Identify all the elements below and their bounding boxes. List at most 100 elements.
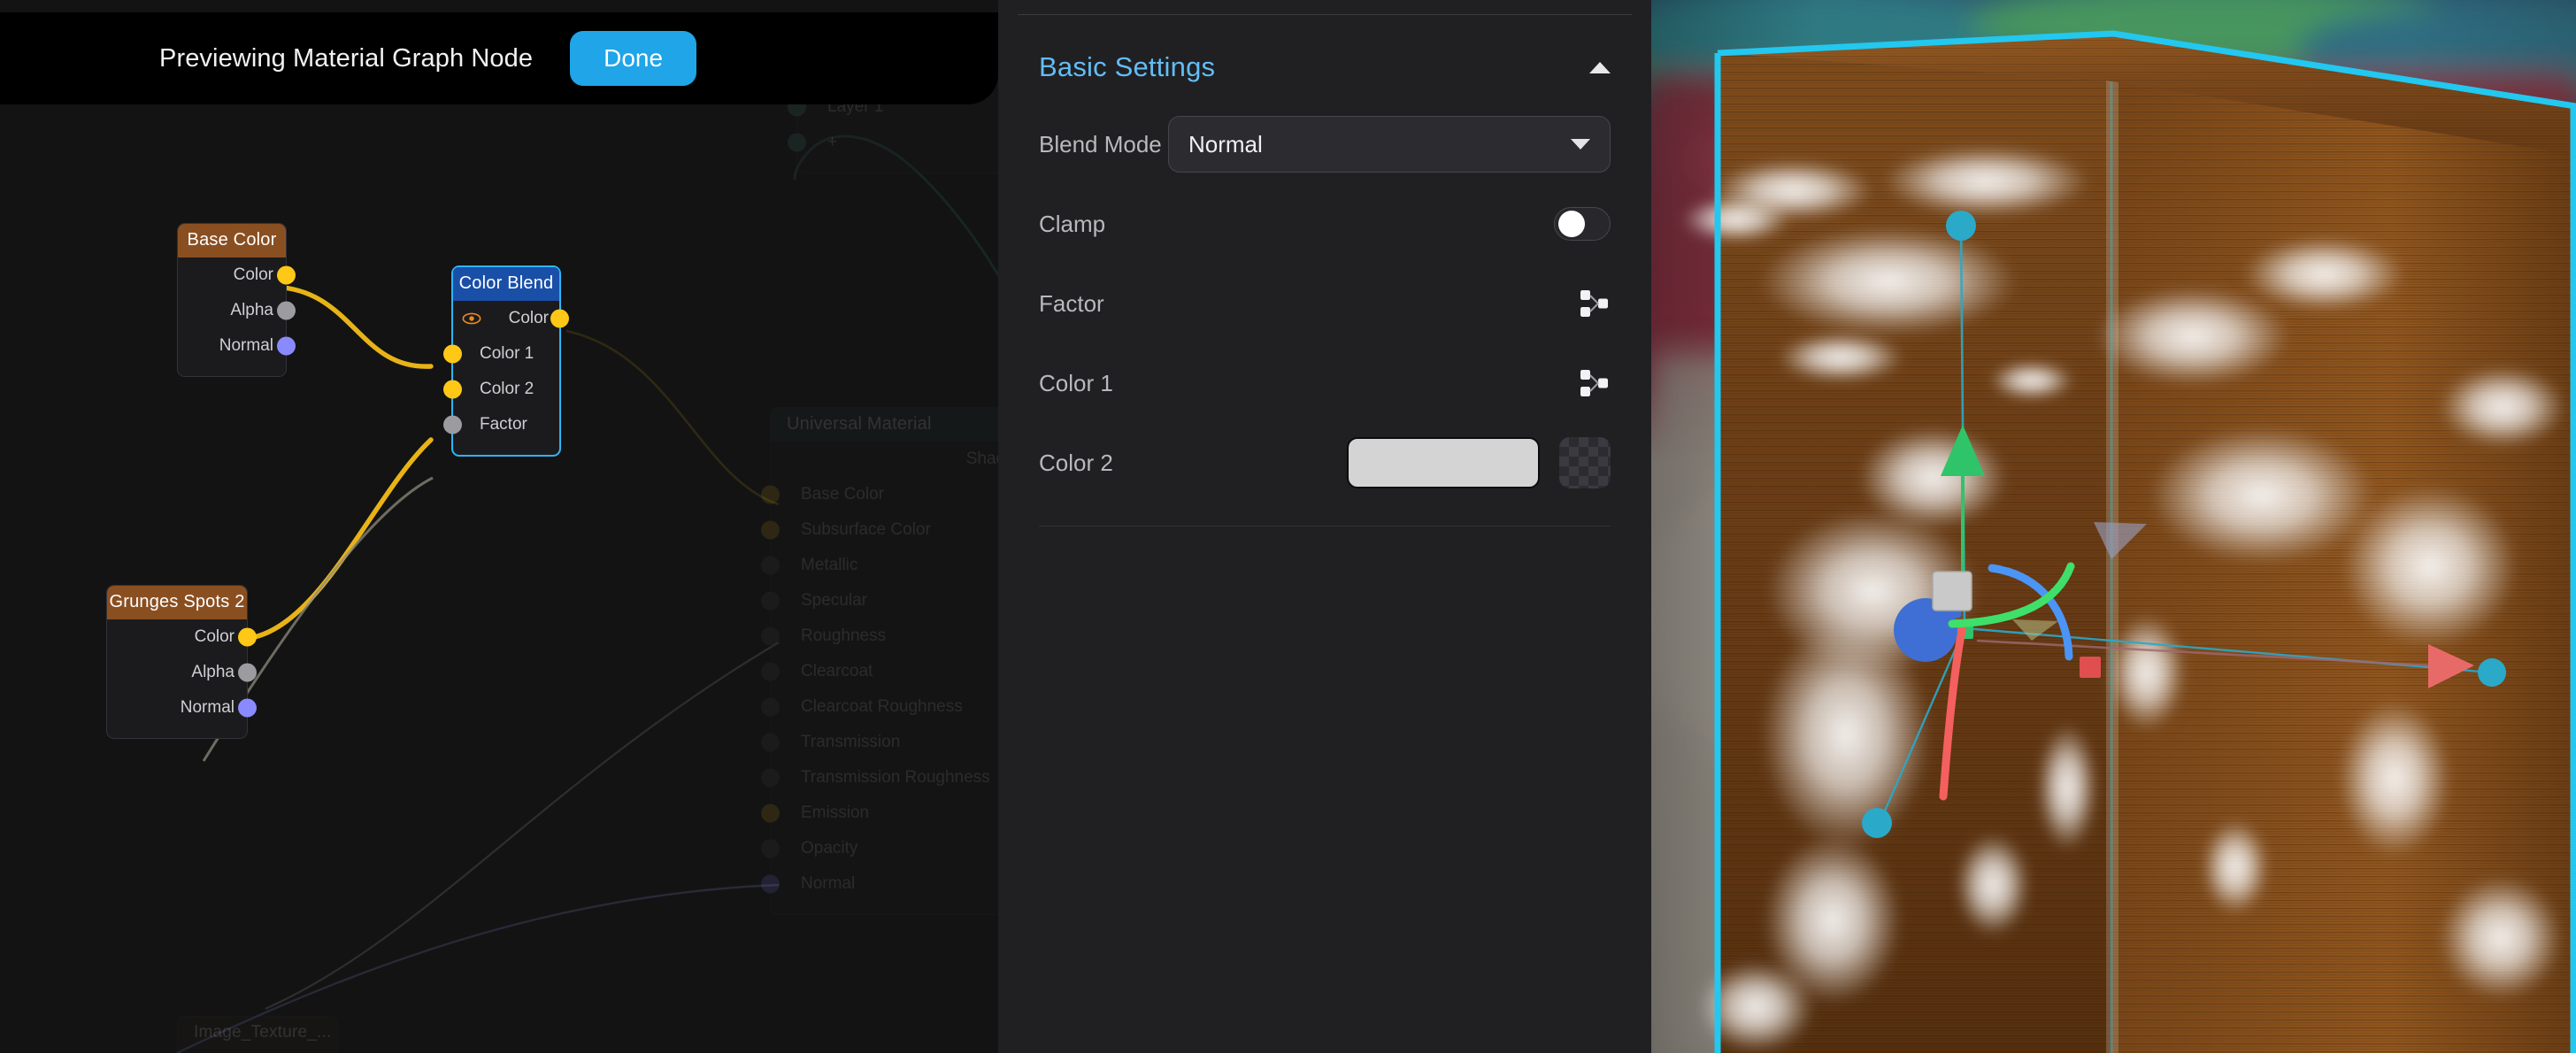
- socket-color-2[interactable]: [443, 380, 462, 399]
- socket-label: Color 2: [480, 380, 534, 398]
- node-input-row[interactable]: Color 1: [443, 336, 559, 372]
- setting-label: Color 1: [1039, 369, 1113, 396]
- socket-label: Clearcoat: [801, 662, 873, 680]
- node-input-row[interactable]: Metallic: [761, 548, 998, 583]
- chevron-down-icon: [1571, 139, 1590, 150]
- node-output-row[interactable]: Alpha: [178, 293, 296, 328]
- node-input-row[interactable]: Clearcoat: [761, 654, 998, 689]
- node-input-row[interactable]: Transmission: [761, 725, 998, 760]
- settings-section-header[interactable]: Basic Settings: [1018, 0, 1632, 83]
- setting-control: [1579, 367, 1611, 399]
- chevron-up-icon[interactable]: [1589, 61, 1611, 73]
- node-title: Base Color: [178, 224, 286, 257]
- setting-control: [1579, 288, 1611, 319]
- socket-add-layer[interactable]: [788, 133, 806, 152]
- socket-label: Specular: [801, 591, 867, 610]
- gizmo-handle-bottom: [1862, 808, 1892, 838]
- node-input-row[interactable]: +: [788, 125, 998, 160]
- node-input-row[interactable]: Transmission Roughness: [761, 760, 998, 796]
- node-output-row[interactable]: Color: [107, 619, 257, 655]
- setting-control: Normal: [1168, 116, 1611, 173]
- checkerboard-icon[interactable]: [1559, 437, 1611, 488]
- socket-opacity[interactable]: [761, 839, 780, 858]
- eye-icon[interactable]: [462, 312, 481, 325]
- socket-color[interactable]: [277, 265, 296, 285]
- node-output-row[interactable]: Color: [453, 301, 569, 336]
- node-graph-panel[interactable]: Base Color Color Alpha Normal Grunges Sp…: [0, 0, 998, 1053]
- node-title: Image_Texture_...: [178, 1017, 337, 1049]
- gizmo-scale-x: [2080, 657, 2101, 678]
- socket-transmission-roughness[interactable]: [761, 768, 780, 788]
- node-output-row[interactable]: Normal: [107, 690, 257, 726]
- socket-roughness[interactable]: [761, 626, 780, 646]
- node-base-color[interactable]: Base Color Color Alpha Normal: [177, 223, 296, 377]
- socket-color[interactable]: [238, 627, 257, 647]
- node-input-row[interactable]: Factor: [443, 407, 559, 442]
- node-input-row[interactable]: Normal: [761, 866, 998, 902]
- setting-control: [1347, 437, 1611, 488]
- node-input-row[interactable]: Opacity: [761, 831, 998, 866]
- section-title: Basic Settings: [1039, 51, 1216, 82]
- socket-subsurface-color[interactable]: [761, 520, 780, 540]
- node-input-row[interactable]: Color 2: [443, 372, 559, 407]
- setting-control: [1554, 207, 1611, 241]
- setting-row-blend-mode: Blend Mode Normal: [1018, 104, 1632, 184]
- socket-emission[interactable]: [761, 803, 780, 823]
- node-output-row[interactable]: Normal: [178, 328, 296, 364]
- node-input-row[interactable]: Base Color: [761, 477, 998, 512]
- node-universal-material[interactable]: Universal Material Shader Base Color Sub…: [761, 407, 998, 915]
- viewport-scene: [1651, 0, 2576, 1053]
- socket-label: Opacity: [801, 839, 858, 857]
- node-body: [178, 1049, 337, 1053]
- socket-color-1[interactable]: [443, 344, 462, 364]
- 3d-viewport[interactable]: [1651, 0, 2576, 1053]
- socket-metallic[interactable]: [761, 556, 780, 575]
- node-image-texture[interactable]: Image_Texture_...: [177, 1016, 338, 1053]
- done-button[interactable]: Done: [570, 31, 697, 86]
- blend-mode-select[interactable]: Normal: [1168, 116, 1611, 173]
- settings-panel: Basic Settings Blend Mode Normal Clamp F…: [998, 0, 1651, 1053]
- socket-normal[interactable]: [761, 874, 780, 894]
- socket-label: Transmission: [801, 733, 901, 751]
- socket-label: Clearcoat Roughness: [801, 697, 963, 716]
- node-output-row[interactable]: Shader: [771, 442, 998, 477]
- socket-specular[interactable]: [761, 591, 780, 611]
- socket-color-out[interactable]: [550, 309, 569, 328]
- node-input-row[interactable]: Subsurface Color: [761, 512, 998, 548]
- color-2-swatch[interactable]: [1347, 437, 1540, 488]
- socket-factor[interactable]: [443, 415, 462, 434]
- socket-normal[interactable]: [277, 336, 296, 356]
- socket-clearcoat-roughness[interactable]: [761, 697, 780, 717]
- node-input-row[interactable]: Emission: [761, 796, 998, 831]
- node-input-row[interactable]: Clearcoat Roughness: [761, 689, 998, 725]
- socket-label: Color: [508, 309, 549, 327]
- socket-base-color[interactable]: [761, 485, 780, 504]
- node-color-blend[interactable]: Color Blend Color Color 1 Color 2 Factor: [443, 265, 569, 457]
- socket-label: Transmission Roughness: [801, 768, 990, 787]
- gizmo-handle-right: [2478, 658, 2506, 687]
- node-graph-icon[interactable]: [1579, 288, 1611, 319]
- node-input-row[interactable]: Specular: [761, 583, 998, 619]
- socket-alpha[interactable]: [238, 663, 257, 682]
- setting-row-clamp: Clamp: [1018, 184, 1632, 264]
- socket-clearcoat[interactable]: [761, 662, 780, 681]
- socket-transmission[interactable]: [761, 733, 780, 752]
- node-body: Shader Base Color Subsurface Color Metal…: [761, 442, 998, 914]
- node-output-row[interactable]: Color: [178, 257, 296, 293]
- node-output-row[interactable]: Alpha: [107, 655, 257, 690]
- node-input-row[interactable]: Roughness: [761, 619, 998, 654]
- node-title: Color Blend: [453, 267, 559, 301]
- socket-label: Alpha: [191, 663, 235, 681]
- node-body: Color Color 1 Color 2 Factor: [443, 301, 569, 455]
- socket-label: Emission: [801, 803, 870, 822]
- socket-label: Normal: [180, 698, 235, 717]
- clamp-toggle[interactable]: [1554, 207, 1611, 241]
- socket-label: Color 1: [480, 344, 534, 363]
- socket-alpha[interactable]: [277, 301, 296, 320]
- node-grunges-spots-2[interactable]: Grunges Spots 2 Color Alpha Normal: [106, 585, 257, 739]
- node-graph-icon[interactable]: [1579, 367, 1611, 399]
- toggle-knob: [1558, 211, 1585, 237]
- socket-label: Roughness: [801, 626, 887, 645]
- socket-normal[interactable]: [238, 698, 257, 718]
- socket-label: Normal: [219, 336, 273, 355]
